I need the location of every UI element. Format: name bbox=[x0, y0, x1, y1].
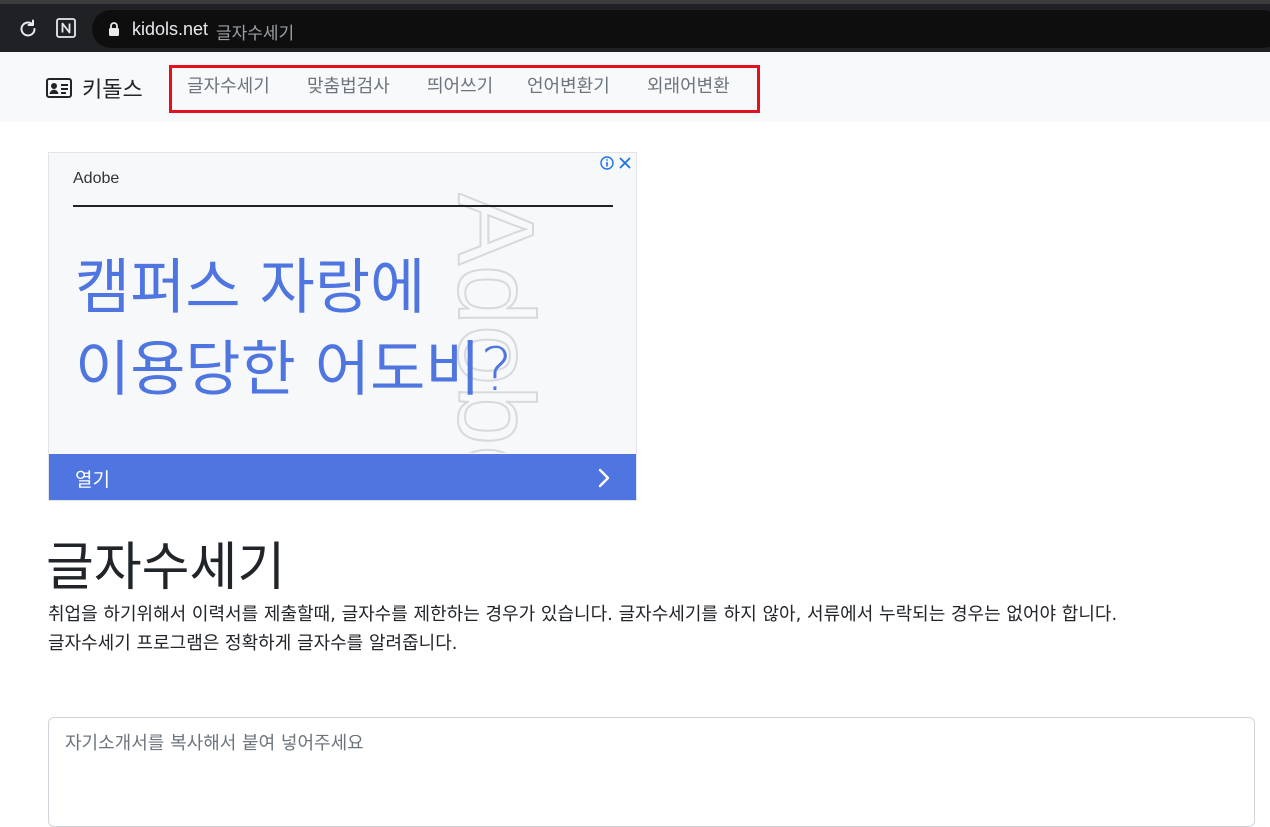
url-host: kidols.net bbox=[132, 19, 209, 39]
ad-divider bbox=[73, 205, 613, 207]
brand-name: 키돌스 bbox=[82, 78, 143, 103]
ad-open-label: 열기 bbox=[75, 469, 110, 491]
chevron-right-icon bbox=[598, 468, 610, 488]
advertisement[interactable]: Adobe Adobe 캠퍼스 자랑에 이용당한 어도비? 열기 bbox=[48, 152, 637, 501]
address-bar[interactable]: kidols.net 글자수세기 bbox=[92, 10, 1270, 48]
nav-link-language-converter[interactable]: 언어변환기 bbox=[527, 72, 610, 98]
ad-open-button[interactable]: 열기 bbox=[49, 454, 636, 500]
browser-toolbar: kidols.net 글자수세기 bbox=[0, 0, 1270, 52]
notion-icon[interactable] bbox=[54, 16, 78, 40]
description-line-2: 글자수세기 프로그램은 정확하게 글자수를 알려줍니다. bbox=[48, 633, 458, 654]
ad-headline-line-1: 캠퍼스 자랑에 bbox=[75, 253, 426, 323]
nav-link-char-count[interactable]: 글자수세기 bbox=[187, 72, 270, 98]
description-line-1: 취업을 하기위해서 이력서를 제출할때, 글자수를 제한하는 경우가 있습니다.… bbox=[48, 604, 1118, 625]
text-input-area[interactable] bbox=[48, 717, 1255, 827]
close-icon[interactable] bbox=[618, 156, 632, 170]
info-icon[interactable] bbox=[600, 156, 614, 170]
ad-brand: Adobe bbox=[73, 170, 120, 187]
page-title: 글자수세기 bbox=[46, 538, 286, 598]
ad-headline: 캠퍼스 자랑에 이용당한 어도비? bbox=[75, 247, 512, 411]
site-navbar: 키돌스 글자수세기 맞춤법검사 띄어쓰기 언어변환기 외래어변환 bbox=[0, 52, 1270, 122]
page-tab-title: 글자수세기 bbox=[216, 24, 295, 44]
page-description: 취업을 하기위해서 이력서를 제출할때, 글자수를 제한하는 경우가 있습니다.… bbox=[48, 600, 1248, 658]
id-card-icon bbox=[46, 78, 72, 98]
nav-link-loanword-converter[interactable]: 외래어변환 bbox=[647, 72, 730, 98]
brand-link[interactable]: 키돌스 bbox=[46, 74, 143, 103]
reload-icon[interactable] bbox=[16, 17, 40, 41]
lock-icon[interactable] bbox=[108, 21, 120, 37]
nav-link-spacing[interactable]: 띄어쓰기 bbox=[427, 72, 493, 98]
nav-link-spell-check[interactable]: 맞춤법검사 bbox=[307, 72, 390, 98]
ad-headline-line-2: 이용당한 어도비? bbox=[75, 335, 513, 405]
